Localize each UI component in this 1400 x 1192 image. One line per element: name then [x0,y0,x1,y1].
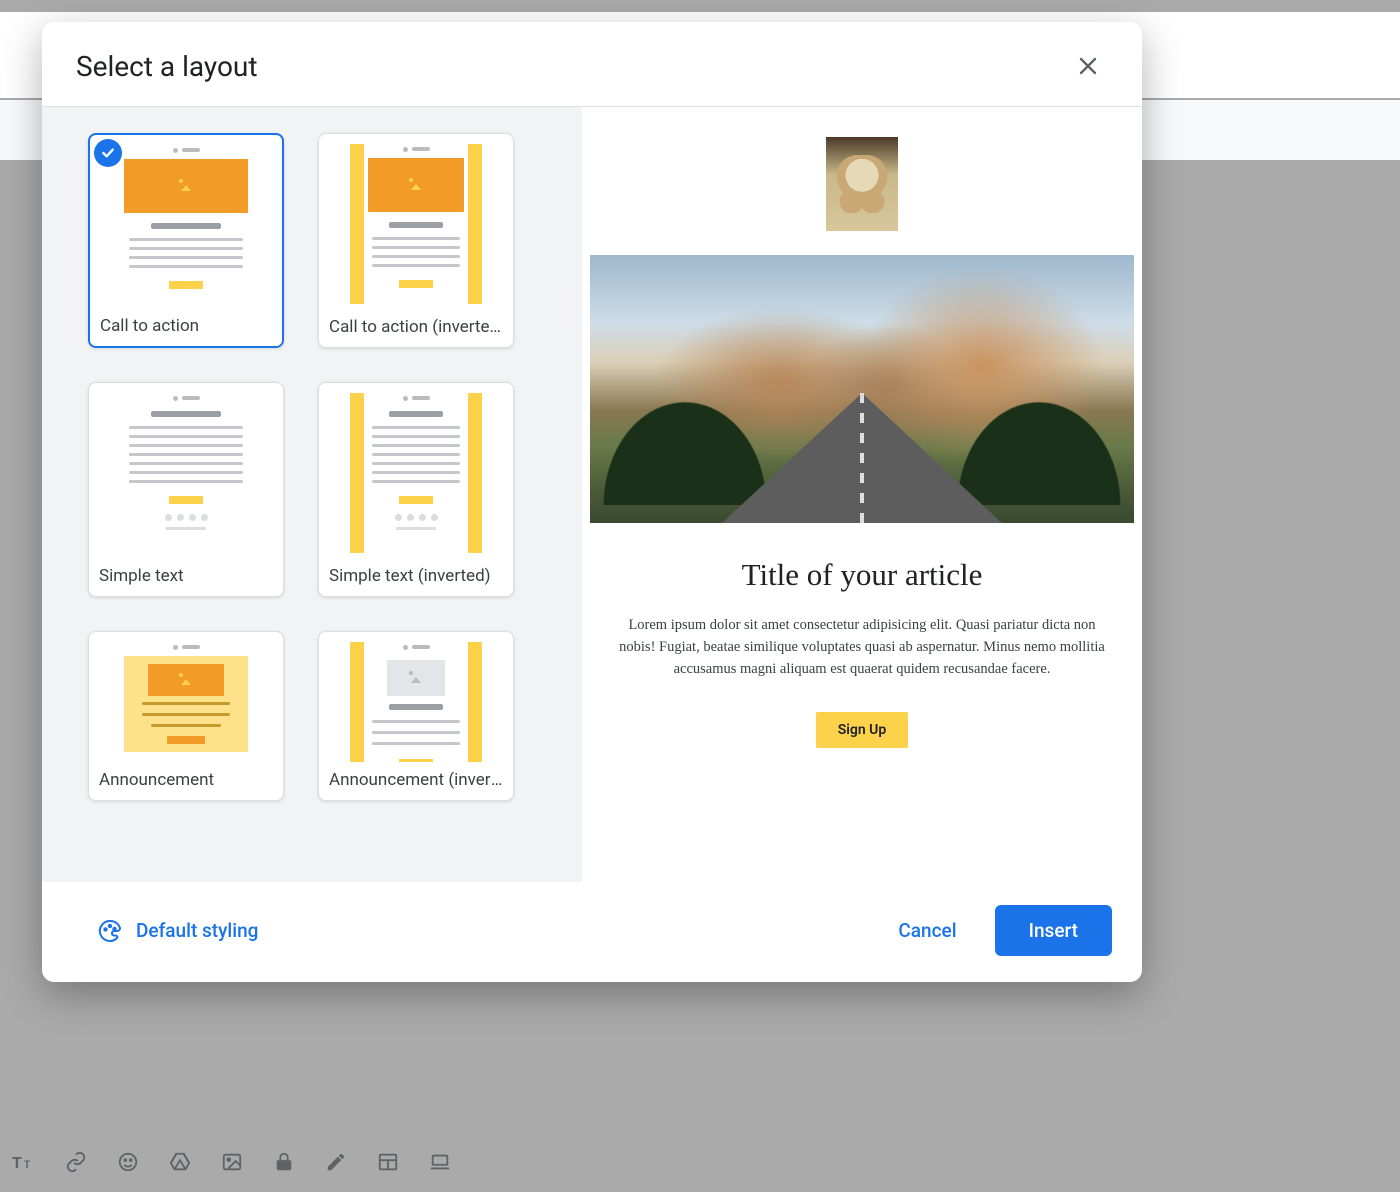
layout-card-simple-text-inverted[interactable]: Simple text (inverted) [318,382,514,597]
layout-label: Announcement [89,762,283,800]
dialog-header: Select a layout [42,22,1142,107]
check-icon [100,145,116,161]
layout-thumb [319,383,513,558]
close-button[interactable] [1068,46,1108,86]
drive-icon[interactable] [168,1150,192,1174]
layout-label: Announcement (inverted) [319,762,513,800]
layout-card-simple-text[interactable]: Simple text [88,382,284,597]
preview-cta-button: Sign Up [816,712,909,748]
emoji-icon[interactable] [116,1150,140,1174]
edit-icon[interactable] [324,1150,348,1174]
dialog-title: Select a layout [76,50,258,83]
layout-label: Call to action (inverted) [319,309,513,347]
layout-card-cta[interactable]: Call to action [88,133,284,348]
layout-label: Simple text (inverted) [319,558,513,596]
insert-button[interactable]: Insert [995,905,1112,956]
preview-hero-image [590,255,1134,523]
cancel-button[interactable]: Cancel [880,909,974,952]
svg-text:T: T [12,1153,22,1172]
image-icon[interactable] [220,1150,244,1174]
preview-panel: Title of your article Lorem ipsum dolor … [582,107,1142,882]
align-icon[interactable] [428,1150,452,1174]
lock-icon[interactable] [272,1150,296,1174]
selected-badge [94,139,122,167]
editor-toolbar-strip: TT [0,1132,464,1192]
layout-label: Call to action [90,308,282,346]
layout-thumb [89,632,283,762]
svg-text:T: T [24,1160,30,1171]
layouts-grid: Call to action [88,133,564,801]
default-styling-label: Default styling [136,919,258,942]
layout-picker-dialog: Select a layout [42,22,1142,982]
dialog-footer: Default styling Cancel Insert [42,882,1142,982]
preview-logo-image [826,137,898,231]
layout-card-announcement-inverted[interactable]: Announcement (inverted) [318,631,514,801]
layout-card-announcement[interactable]: Announcement [88,631,284,801]
layout-thumb [319,632,513,762]
layout-icon[interactable] [376,1150,400,1174]
dialog-body: Call to action [42,107,1142,882]
default-styling-button[interactable]: Default styling [98,919,258,943]
close-icon [1076,54,1100,78]
preview-title: Title of your article [590,557,1134,593]
preview-paragraph: Lorem ipsum dolor sit amet consectetur a… [590,615,1134,680]
layout-label: Simple text [89,558,283,596]
layout-thumb [89,383,283,558]
layout-thumb [319,134,513,309]
palette-icon [98,919,122,943]
layouts-panel: Call to action [42,107,582,882]
layout-card-cta-inverted[interactable]: Call to action (inverted) [318,133,514,348]
text-size-icon[interactable]: TT [12,1150,36,1174]
link-icon[interactable] [64,1150,88,1174]
